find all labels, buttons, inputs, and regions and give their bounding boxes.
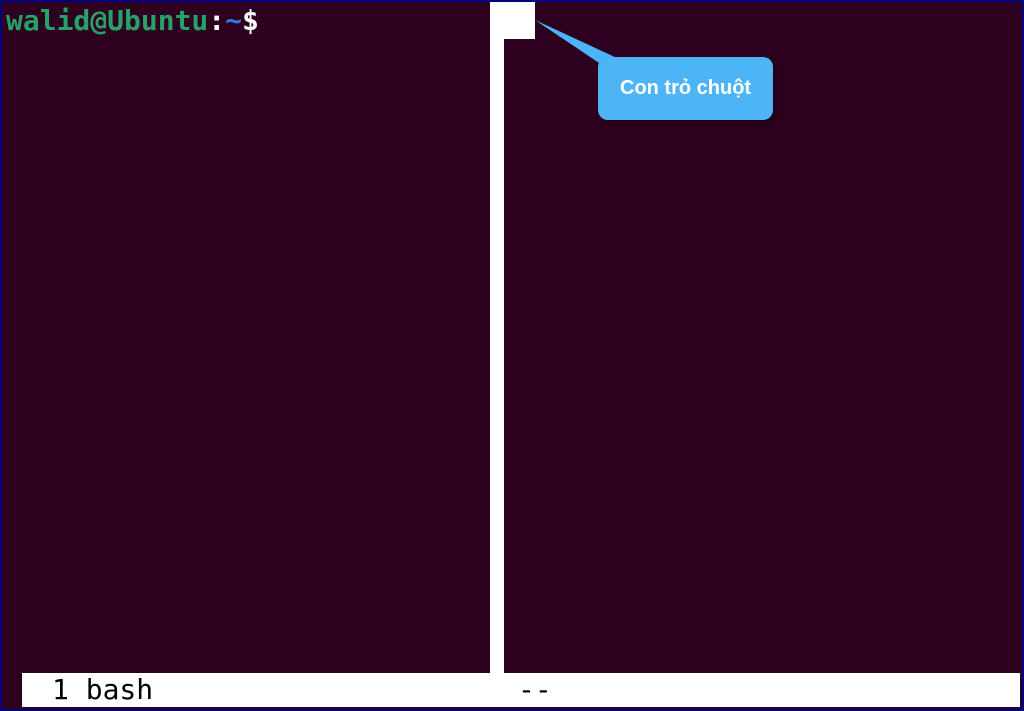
status-window-number: 1 xyxy=(52,673,69,706)
cursor-block xyxy=(490,2,535,39)
terminal-area[interactable]: walid@Ubuntu:~$ Con trỏ chuột xyxy=(2,2,1022,673)
callout-text: Con trỏ chuột xyxy=(620,77,751,99)
status-indicator: -- xyxy=(518,673,552,706)
status-indicator-area: -- xyxy=(504,673,1020,707)
prompt-user-host: walid@Ubuntu xyxy=(6,4,208,37)
status-window-info: 1 bash xyxy=(22,673,490,707)
prompt-dollar: $ xyxy=(242,4,259,37)
status-process-name: bash xyxy=(86,673,153,706)
prompt-path: ~ xyxy=(225,4,242,37)
prompt-colon: : xyxy=(208,4,225,37)
pane-divider xyxy=(490,2,504,673)
annotation-callout: Con trỏ chuột xyxy=(598,57,773,120)
status-divider xyxy=(490,673,504,707)
status-bar: 1 bash -- xyxy=(22,673,1020,707)
